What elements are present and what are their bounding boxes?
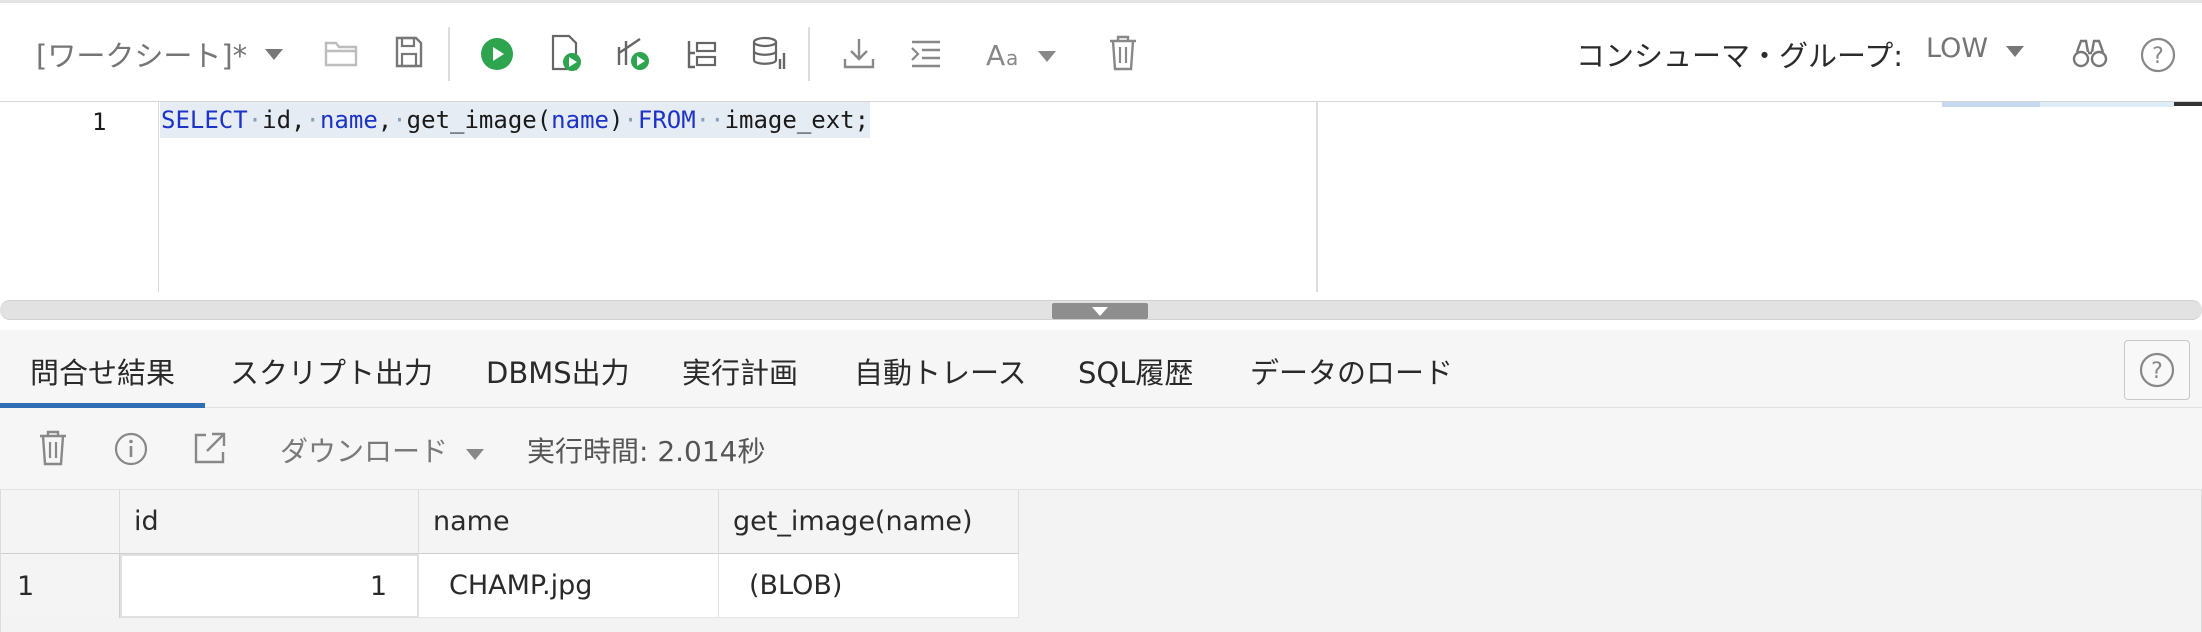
tab-label: 実行計画 <box>682 356 799 390</box>
svg-text:a: a <box>1006 46 1018 69</box>
help-icon[interactable]: ? <box>2140 37 2176 73</box>
download-menu[interactable]: ダウンロード <box>280 430 485 470</box>
open-in-new-window-icon[interactable] <box>192 430 228 466</box>
save-icon[interactable] <box>394 35 424 69</box>
tab-label: データのロード <box>1250 356 1454 390</box>
gutter-divider <box>158 102 159 292</box>
table-cell-blob[interactable]: (BLOB) <box>719 554 1019 618</box>
collapse-handle[interactable] <box>1052 303 1148 319</box>
toolbar-divider <box>808 27 810 81</box>
clear-icon[interactable] <box>1108 35 1138 71</box>
consumer-group-select[interactable]: LOW <box>1926 33 2025 64</box>
line-number: 1 <box>92 108 107 136</box>
sql-keyword-token: name <box>319 106 378 134</box>
results-toolbar: ダウンロード 実行時間: 2.014秒 <box>0 408 2202 490</box>
sql-token: ) <box>608 106 624 134</box>
format-icon[interactable] <box>910 39 942 69</box>
row-number: 1 <box>17 570 35 602</box>
tab-script-output[interactable]: スクリプト出力 <box>230 330 433 408</box>
toolbar-divider <box>448 27 450 81</box>
minimap-highlight <box>1942 102 2040 107</box>
autotrace-icon[interactable] <box>686 39 718 69</box>
tab-label: DBMS出力 <box>486 356 630 390</box>
sql-keyword-token: name <box>551 106 609 134</box>
run-statement-icon[interactable] <box>480 37 514 71</box>
column-header-label: name <box>433 506 510 537</box>
help-icon: ? <box>2139 352 2175 388</box>
tab-explain-plan[interactable]: 実行計画 <box>682 330 798 408</box>
cell-value: 1 <box>369 570 387 602</box>
chevron-down-icon <box>265 48 284 60</box>
whitespace-marker: · <box>305 106 320 134</box>
whitespace-marker: · <box>623 106 638 134</box>
column-header-id[interactable]: id <box>120 490 419 554</box>
sql-token: image_ext; <box>724 106 870 134</box>
execution-time: 実行時間: 2.014秒 <box>527 435 766 468</box>
editor-split-divider <box>1316 102 1318 292</box>
worksheet-label: [ワークシート]* <box>36 39 248 73</box>
tab-dbms-output[interactable]: DBMS出力 <box>486 330 630 408</box>
whitespace-marker: · <box>247 106 263 134</box>
svg-text:?: ? <box>2151 359 2163 384</box>
font-size-icon[interactable]: Aa <box>986 39 1058 69</box>
chevron-down-icon <box>466 434 485 467</box>
tab-label: SQL履歴 <box>1078 356 1194 390</box>
svg-text:A: A <box>986 39 1005 69</box>
editor-toolbar: [ワークシート]* Aa コンシューマ・グループ: LOW ? <box>0 0 2202 102</box>
worksheet-selector[interactable]: [ワークシート]* <box>36 31 284 77</box>
column-header-label: id <box>134 506 159 537</box>
results-grid: id name get_image(name) 1 1 CHAMP.jpg (B… <box>0 490 2202 632</box>
explain-plan-icon[interactable] <box>616 35 652 71</box>
column-header-get-image[interactable]: get_image(name) <box>719 490 1019 554</box>
sql-keyword-token: SELECT <box>161 106 248 134</box>
tab-label: 自動トレース <box>854 356 1027 390</box>
whitespace-marker: ·· <box>695 106 725 134</box>
pane-splitter[interactable] <box>0 300 2202 320</box>
download-label: ダウンロード <box>280 435 449 468</box>
cell-value: (BLOB) <box>749 570 843 601</box>
sql-tuning-icon[interactable] <box>752 35 788 71</box>
svg-text:?: ? <box>2152 44 2164 69</box>
sql-token: , <box>377 106 393 134</box>
chevron-down-icon <box>2006 33 2025 64</box>
results-help-button[interactable]: ? <box>2124 340 2190 400</box>
tab-autotrace[interactable]: 自動トレース <box>854 330 1027 408</box>
chevron-down-icon <box>1092 306 1108 316</box>
download-icon[interactable] <box>842 37 876 69</box>
table-cell-id[interactable]: 1 <box>120 554 419 618</box>
tab-query-result[interactable]: 問合せ結果 <box>0 330 206 408</box>
consumer-group-label: コンシューマ・グループ: <box>1576 39 1904 73</box>
sql-token: get_image( <box>406 106 552 134</box>
find-icon[interactable] <box>2072 37 2108 69</box>
tab-data-load[interactable]: データのロード <box>1250 330 1453 408</box>
sql-editor[interactable]: 1 SELECT·id,·name,·get_image(name)·FROM·… <box>0 102 2202 292</box>
whitespace-marker: · <box>392 106 407 134</box>
code-line[interactable]: SELECT·id,·name,·get_image(name)·FROM··i… <box>160 102 871 138</box>
editor-scrollbar[interactable] <box>2174 102 2202 106</box>
open-folder-icon[interactable] <box>324 37 358 67</box>
tab-label: スクリプト出力 <box>230 356 434 390</box>
tab-label: 問合せ結果 <box>30 356 176 390</box>
clear-results-icon[interactable] <box>38 430 68 466</box>
results-tabbar: 問合せ結果 スクリプト出力 DBMS出力 実行計画 自動トレース SQL履歴 デ… <box>0 330 2202 408</box>
tab-sql-history[interactable]: SQL履歴 <box>1078 330 1193 408</box>
minimap-viewport <box>2040 102 2174 107</box>
consumer-group-value: LOW <box>1926 33 1989 64</box>
sql-keyword-token: FROM <box>637 106 696 134</box>
column-header-label: get_image(name) <box>733 506 973 537</box>
cell-value: CHAMP.jpg <box>449 570 593 601</box>
grid-corner-cell <box>1 490 120 554</box>
info-icon[interactable] <box>114 432 148 466</box>
row-number-cell[interactable]: 1 <box>1 554 120 618</box>
column-header-name[interactable]: name <box>419 490 719 554</box>
sql-token: id, <box>262 106 306 134</box>
run-script-icon[interactable] <box>550 33 584 73</box>
table-cell-name[interactable]: CHAMP.jpg <box>419 554 719 618</box>
